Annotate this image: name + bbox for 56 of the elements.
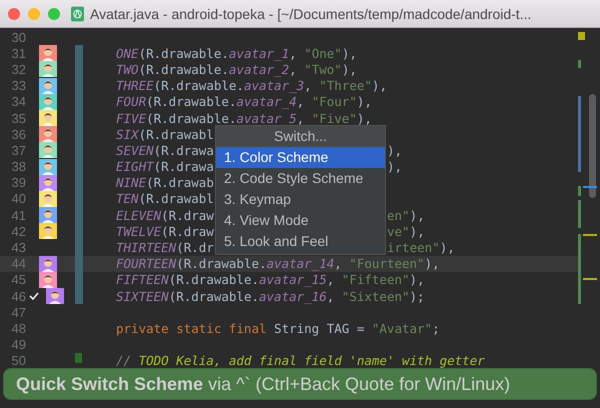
code-line: ELEVEN(R.draw: [116, 208, 214, 223]
line-number: 46: [10, 288, 26, 304]
code-line: irteen"),: [387, 240, 455, 256]
line-number: 33: [10, 78, 26, 94]
code-line: SIXTEEN(R.drawable.avatar_16, "Sixteen");: [116, 288, 425, 304]
line-number: 38: [10, 159, 26, 174]
code-line: FOUR(R.drawable.avatar_4, "Four"),: [116, 94, 372, 110]
line-number: 42: [10, 224, 26, 239]
app-icon: [71, 6, 84, 22]
code-line: EIGHT(R.drawa: [116, 159, 214, 174]
menu-item[interactable]: 3. Keymap: [216, 189, 385, 210]
line-number: 45: [10, 272, 26, 288]
zoom-button[interactable]: [48, 8, 60, 20]
line-number: 35: [10, 110, 26, 126]
code-line: SEVEN(R.drawa: [116, 142, 214, 158]
line-number: 41: [10, 208, 26, 223]
line-number: 30: [10, 30, 26, 45]
line-number: 39: [10, 175, 26, 190]
code-line: // TODO Kelia, add final field 'name' with getter: [116, 353, 485, 368]
code-line: en"),: [387, 208, 425, 223]
menu-item[interactable]: 2. Code Style Scheme: [216, 168, 385, 189]
code-line: FIVE(R.drawable.avatar_5, "Five"),: [116, 110, 372, 126]
tip-text: Quick Switch Scheme via ^` (Ctrl+Back Quote for Win/Linux): [16, 374, 510, 394]
line-number: 37: [10, 142, 26, 158]
line-number: 43: [10, 240, 26, 256]
close-button[interactable]: [8, 8, 20, 20]
code-line: SIX(R.drawabl: [116, 126, 214, 142]
line-number: 31: [10, 46, 26, 61]
line-number: 44: [10, 256, 26, 272]
line-number: 34: [10, 94, 26, 110]
code-line: FOURTEEN(R.drawable.avatar_14, "Fourteen"),: [116, 256, 440, 272]
code-line: ),: [387, 142, 402, 158]
menu-item[interactable]: 4. View Mode: [216, 210, 385, 231]
line-number: 48: [10, 320, 26, 336]
menu-item[interactable]: 5. Look and Feel: [216, 231, 385, 252]
code-line: private static final String TAG = "Avatar";: [116, 320, 440, 336]
line-number: 47: [10, 304, 26, 320]
popup-title: Switch...: [216, 126, 385, 147]
code-line: ),: [387, 159, 402, 174]
code-line: TWELVE(R.draw: [116, 224, 214, 239]
window-title: Avatar.java - android-topeka - [~/Documents/temp/madcode/android-t...: [90, 6, 532, 22]
minimize-button[interactable]: [28, 8, 40, 20]
line-number: 49: [10, 337, 26, 352]
code-line: TWO(R.drawable.avatar_2, "Two"),: [116, 62, 357, 77]
code-line: TEN(R.drawabl: [116, 191, 214, 206]
code-line: NINE(R.drawab: [116, 175, 214, 190]
line-number: 36: [10, 126, 26, 142]
code-line: ve"),: [387, 224, 425, 239]
menu-item[interactable]: 1. Color Scheme: [216, 147, 385, 168]
line-number: 32: [10, 62, 26, 77]
code-line: THIRTEEN(R.dr: [116, 240, 214, 256]
code-line: ONE(R.drawable.avatar_1, "One"),: [116, 46, 357, 61]
code-line: FIFTEEN(R.drawable.avatar_15, "Fifteen"),: [116, 272, 425, 288]
code-line: THREE(R.drawable.avatar_3, "Three"),: [116, 78, 387, 94]
line-number: 50: [10, 353, 26, 368]
line-number: 40: [10, 191, 26, 206]
